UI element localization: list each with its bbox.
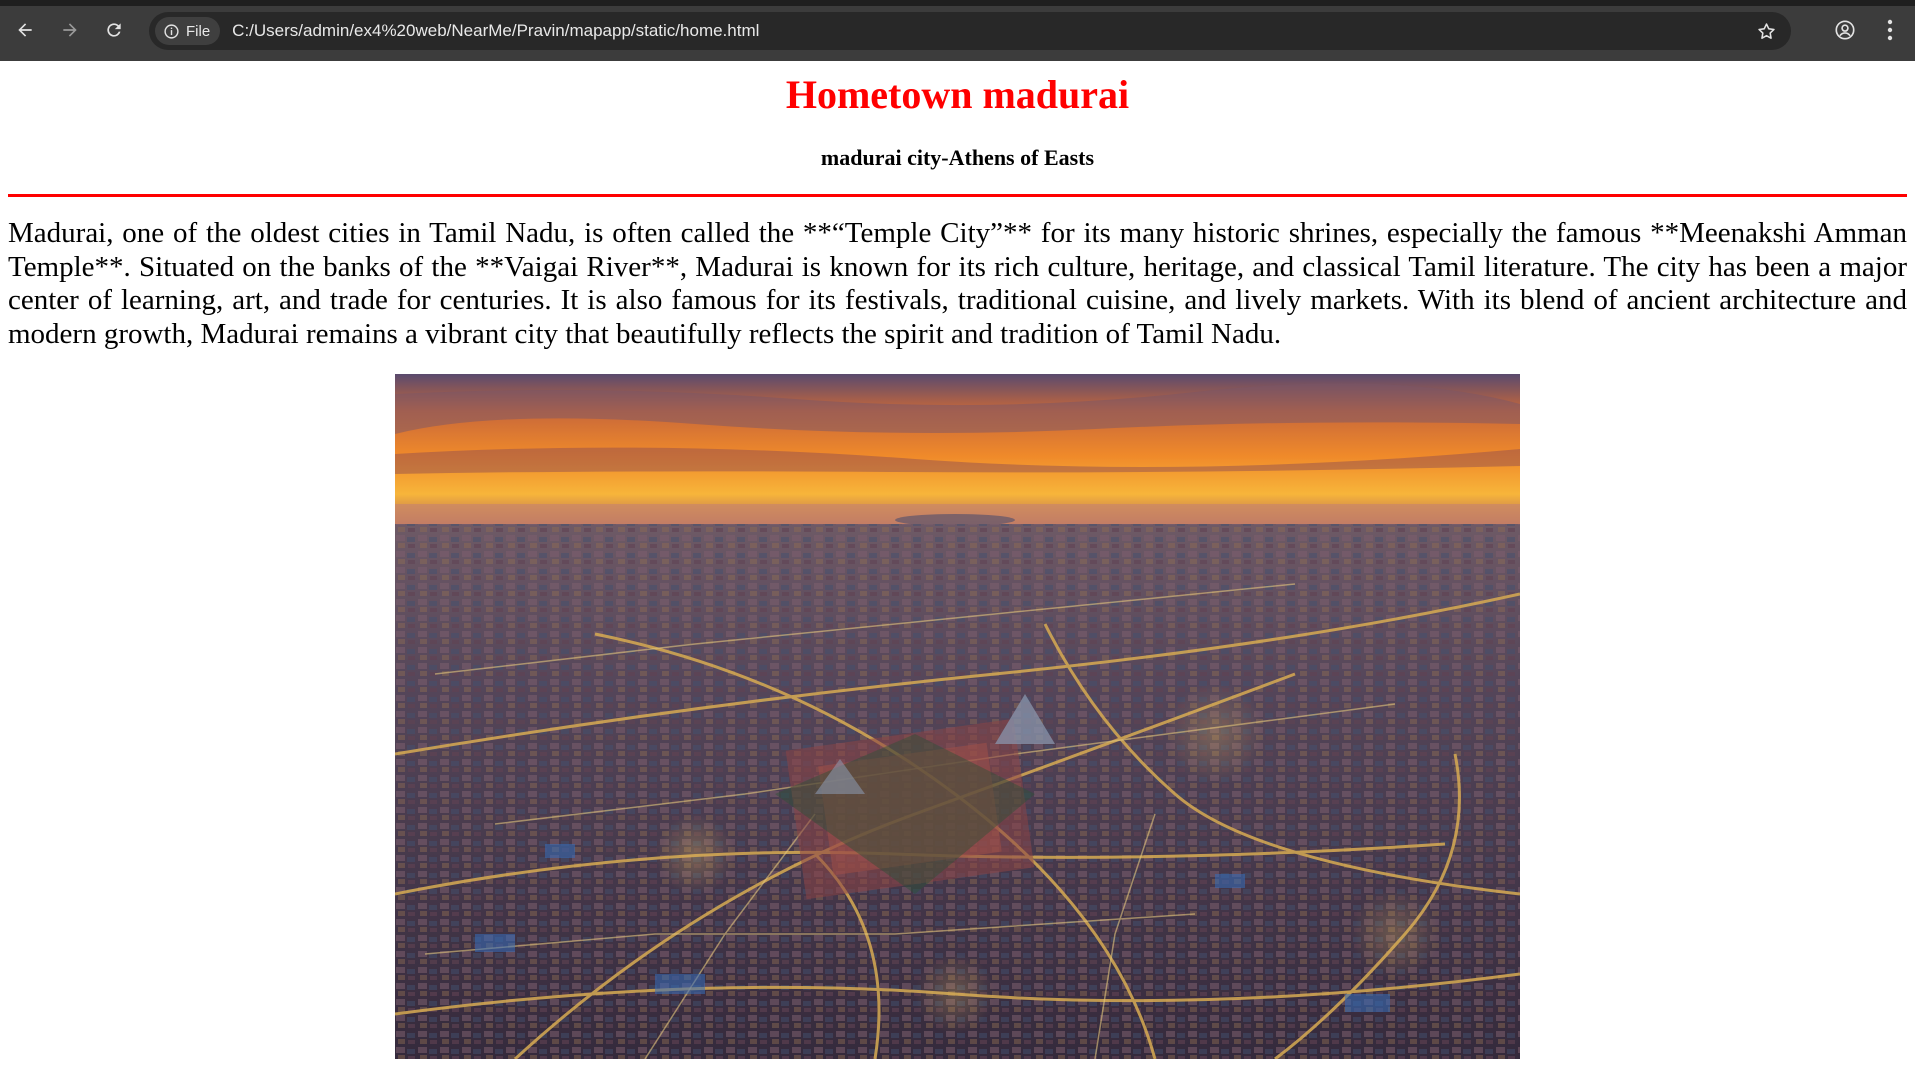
reload-icon bbox=[107, 23, 121, 37]
site-info-chip[interactable]: File bbox=[155, 17, 221, 45]
tab-strip bbox=[0, 0, 1915, 6]
intro-paragraph: Madurai, one of the oldest cities in Tam… bbox=[8, 217, 1907, 350]
bookmark-star-icon bbox=[1757, 22, 1775, 39]
profile-icon bbox=[1835, 20, 1855, 40]
forward-arrow-icon bbox=[63, 23, 77, 37]
back-button[interactable] bbox=[10, 15, 40, 45]
info-icon bbox=[164, 23, 179, 39]
horizontal-rule bbox=[8, 194, 1907, 197]
url-text[interactable]: C:/Users/admin/ex4%20web/NearMe/Pravin/m… bbox=[232, 21, 759, 41]
file-chip-label: File bbox=[186, 22, 211, 40]
web-page: Hometown madurai madurai city-Athens of … bbox=[0, 61, 1915, 1090]
address-bar[interactable]: File C:/Users/admin/ex4%20web/NearMe/Pra… bbox=[149, 12, 1791, 50]
bookmark-button[interactable] bbox=[1753, 18, 1779, 44]
kebab-menu-icon bbox=[1887, 19, 1893, 41]
city-sunset-image bbox=[395, 374, 1520, 1059]
reload-button[interactable] bbox=[99, 15, 129, 45]
browser-menu-button[interactable] bbox=[1875, 15, 1905, 45]
page-subtitle: madurai city-Athens of Easts bbox=[820, 145, 1095, 170]
forward-button[interactable] bbox=[55, 15, 85, 45]
back-arrow-icon bbox=[18, 23, 32, 37]
browser-toolbar: File C:/Users/admin/ex4%20web/NearMe/Pra… bbox=[0, 0, 1915, 61]
page-title: Hometown madurai bbox=[785, 72, 1130, 117]
madurai-aerial-photo bbox=[395, 374, 1520, 1059]
profile-button[interactable] bbox=[1830, 15, 1860, 45]
